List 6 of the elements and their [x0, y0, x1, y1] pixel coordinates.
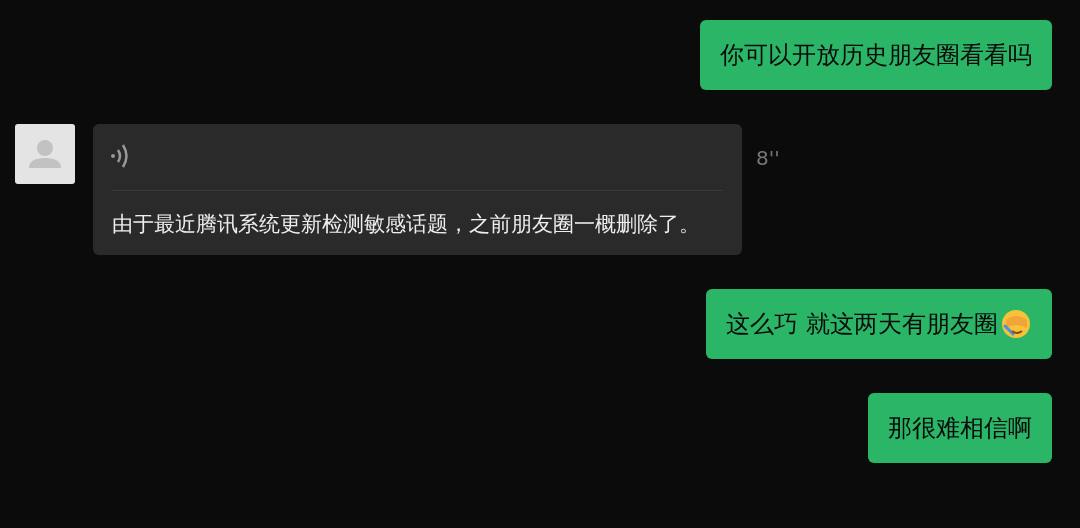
avatar-icon — [15, 124, 75, 184]
voice-transcript: 由于最近腾讯系统更新检测敏感话题，之前朋友圈一概删除了。 — [112, 211, 701, 238]
voice-duration: 8'' — [756, 146, 780, 170]
message-bubble: 那很难相信啊 — [868, 393, 1052, 463]
message-bubble: 这么巧 就这两天有朋友圈 — [706, 289, 1052, 359]
message-bubble: 你可以开放历史朋友圈看看吗 — [700, 20, 1052, 90]
